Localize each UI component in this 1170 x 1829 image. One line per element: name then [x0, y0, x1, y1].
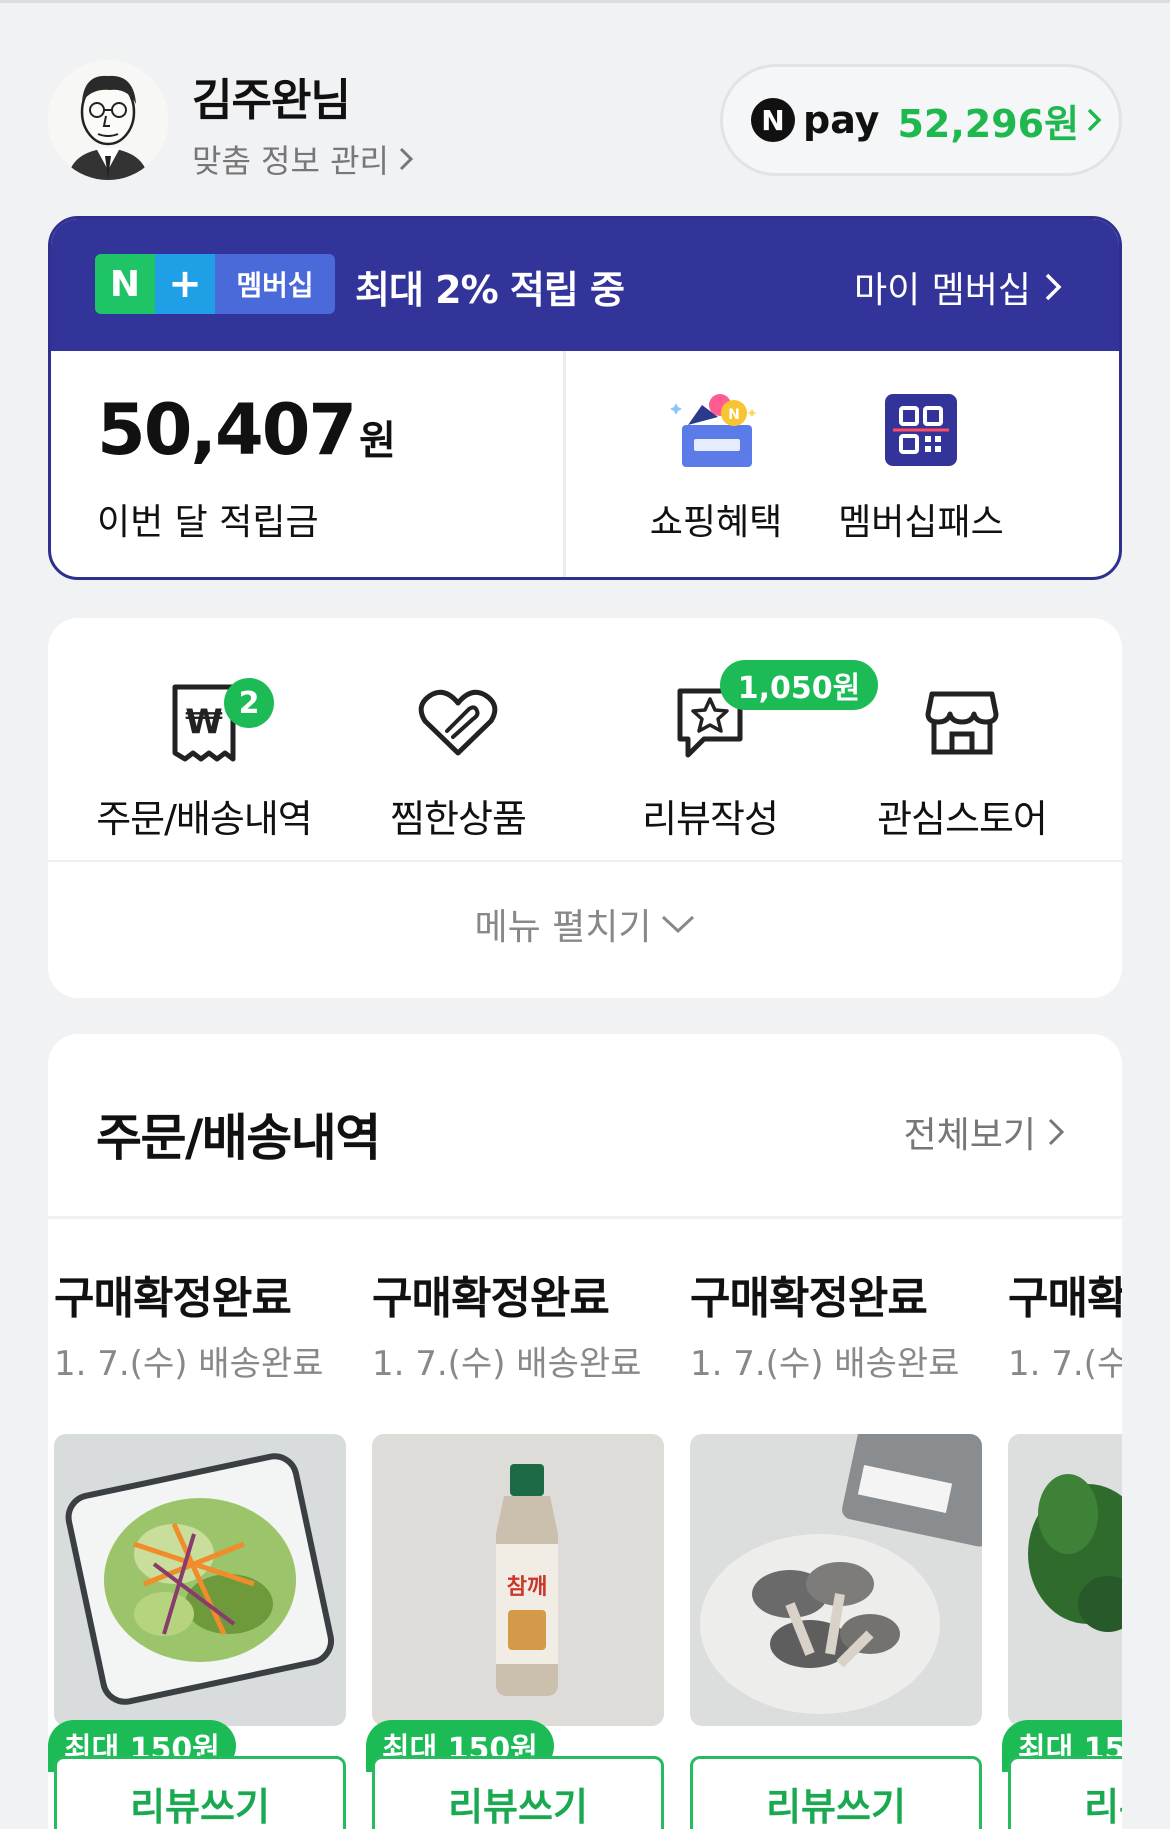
write-review-button[interactable]: 리뷰쓰기: [54, 1756, 346, 1829]
chevron-right-icon: [399, 147, 414, 171]
chevron-right-icon: [1045, 273, 1062, 301]
membership-pass-label: 멤버십패스: [838, 502, 1004, 543]
heart-clip-icon: [418, 689, 498, 756]
order-date: 1. 7.(수) 배송완료: [54, 1344, 324, 1384]
product-image-salad[interactable]: [54, 1434, 346, 1726]
npay-n-logo-icon: N: [751, 98, 795, 142]
shortcut-favorite-stores[interactable]: 관심스토어: [832, 668, 1092, 843]
profile-header: 김주완님 맞춤 정보 관리 N pay 52,296원: [48, 58, 1122, 188]
chevron-down-icon: [661, 915, 694, 934]
view-all-label: 전체보기: [903, 1115, 1036, 1156]
shortcut-divider: [48, 860, 1122, 862]
membership-pass-button[interactable]: 멤버십패스: [831, 385, 1011, 545]
store-icon: [925, 691, 999, 755]
menu-expand-label: 메뉴 펼치기: [474, 907, 652, 948]
shortcut-review[interactable]: 1,050원 리뷰작성: [580, 660, 878, 843]
nplus-membership-badge: N + 멤버십: [95, 254, 335, 314]
membership-header: N + 멤버십 최대 2% 적립 중 마이 멤버십: [51, 219, 1119, 351]
order-date: 1. 7.(수) 배송완료: [690, 1344, 960, 1384]
product-image-sesame-dressing[interactable]: 참깨: [372, 1434, 664, 1726]
my-membership-label: 마이 멤버십: [853, 270, 1031, 311]
menu-expand-button[interactable]: 메뉴 펼치기: [48, 898, 1122, 950]
write-review-button[interactable]: 리뷰쓰기: [372, 1756, 664, 1829]
write-review-button[interactable]: 리뷰쓰기: [1008, 1756, 1122, 1829]
badge-n: N: [95, 254, 155, 314]
svg-text:N: N: [728, 407, 740, 423]
shopping-benefit-button[interactable]: N 쇼핑혜택: [626, 385, 806, 545]
points-label: 이번 달 적립금: [97, 502, 319, 543]
write-review-button[interactable]: 리뷰쓰기: [690, 1756, 982, 1829]
shortcut-favorite-stores-label: 관심스토어: [877, 797, 1048, 841]
npay-amount: 52,296원: [897, 101, 1080, 146]
orders-count-badge: 2: [224, 678, 274, 728]
order-date: 1. 7.(수) 배송완료: [372, 1344, 642, 1384]
product-image-spinach[interactable]: [1008, 1434, 1122, 1726]
order-card[interactable]: 구매확정완료 1. 7.(수) 배송완료 최대 150원 리뷰쓰기: [48, 1262, 346, 1829]
npay-label: pay: [803, 98, 880, 142]
badge-plus: +: [155, 254, 215, 314]
orders-section: 주문/배송내역 전체보기 구매확정완료 1. 7.(수) 배송완료 최대 150…: [48, 1034, 1122, 1829]
order-card[interactable]: 구매확정완료 1. 7.(수) 배송완료 최대 150원 리뷰쓰기: [1002, 1262, 1122, 1829]
shortcut-wishlist-label: 찜한상품: [390, 797, 527, 841]
my-membership-link[interactable]: 마이 멤버십: [854, 261, 1063, 313]
order-status: 구매확정완료: [690, 1273, 928, 1324]
membership-card: N + 멤버십 최대 2% 적립 중 마이 멤버십 50,407 원 이번 달 …: [48, 216, 1122, 580]
manage-info-label: 맞춤 정보 관리: [192, 142, 389, 180]
user-name: 김주완님: [192, 75, 351, 126]
chevron-right-icon: [1087, 108, 1102, 132]
order-card[interactable]: 구매확정완료 1. 7.(수) 배송완료 리뷰쓰기: [690, 1262, 982, 1829]
order-status: 구매확정완료: [54, 1273, 292, 1324]
view-all-link[interactable]: 전체보기: [904, 1106, 1066, 1158]
order-date: 1. 7.(수) 배송완료: [1008, 1344, 1122, 1384]
gift-box-icon: N: [670, 394, 757, 467]
shortcut-review-label: 리뷰작성: [642, 797, 779, 841]
shortcut-orders[interactable]: ₩ 2 주문/배송내역: [74, 668, 334, 843]
product-image-oyster-mushroom[interactable]: [690, 1434, 982, 1726]
orders-title: 주문/배송내역: [96, 1109, 381, 1167]
shortcut-wishlist[interactable]: 찜한상품: [328, 668, 588, 843]
avatar[interactable]: [48, 60, 168, 180]
membership-divider: [563, 351, 566, 577]
shortcut-menu: ₩ 2 주문/배송내역 찜한상품 1,050원 리뷰작성 관심스토어 메뉴 펼치…: [48, 618, 1122, 998]
svg-text:₩: ₩: [185, 702, 223, 742]
order-status: 구매확정완료: [1008, 1273, 1122, 1324]
svg-text:참깨: 참깨: [507, 1575, 547, 1600]
qr-code-icon: [885, 394, 957, 466]
monthly-points[interactable]: 50,407 원: [97, 389, 396, 471]
orders-divider: [48, 1216, 1122, 1219]
membership-body: 50,407 원 이번 달 적립금 N 쇼핑혜택 멤버십패스: [51, 351, 1119, 577]
points-value: 50,407: [97, 389, 357, 471]
points-unit: 원: [359, 418, 396, 464]
badge-text: 멤버십: [215, 254, 335, 314]
npay-balance-button[interactable]: N pay 52,296원: [720, 64, 1122, 176]
shortcut-orders-label: 주문/배송내역: [96, 797, 313, 841]
shopping-benefit-label: 쇼핑혜택: [649, 502, 783, 543]
manage-info-link[interactable]: 맞춤 정보 관리: [192, 136, 415, 182]
order-status: 구매확정완료: [372, 1273, 610, 1324]
status-divider: [0, 0, 1170, 3]
order-card[interactable]: 구매확정완료 1. 7.(수) 배송완료 참깨 최대 150원 리뷰쓰기: [366, 1262, 664, 1829]
membership-tagline: 최대 2% 적립 중: [355, 268, 625, 312]
chevron-right-icon: [1048, 1118, 1065, 1146]
